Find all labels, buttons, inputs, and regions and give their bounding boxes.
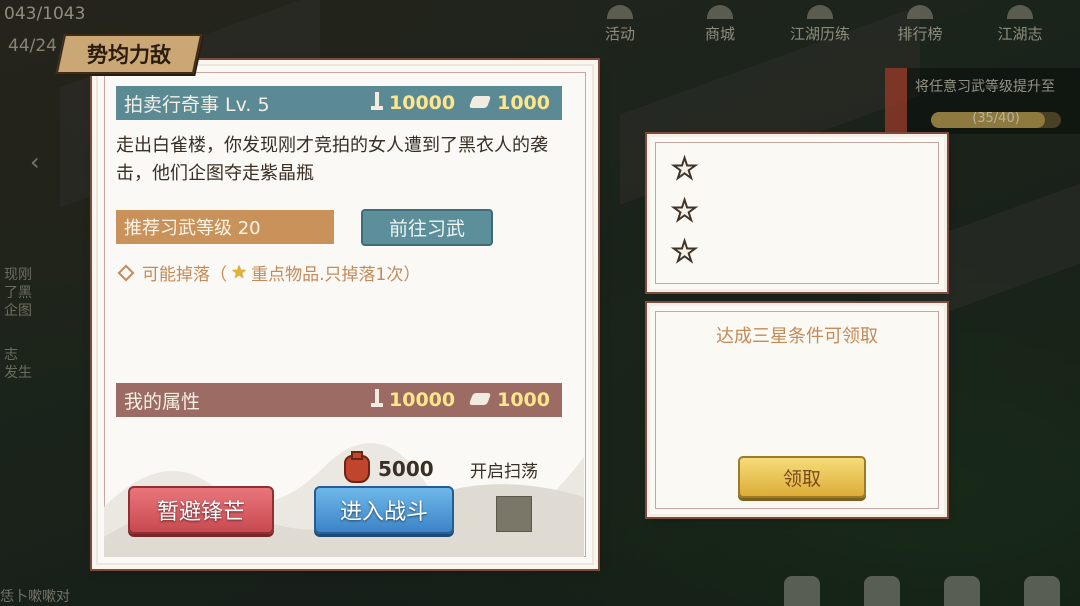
nav-label: 江湖志 bbox=[997, 25, 1043, 43]
stamina-pot-icon bbox=[344, 451, 370, 483]
nav-leaderboard[interactable]: 排行榜 bbox=[870, 0, 970, 44]
event-description: 走出白雀楼，你发现刚才竞拍的女人遭到了黑衣人的袭击，他们企图夺走紫晶瓶 bbox=[116, 135, 548, 184]
my-attack-value: 10000 bbox=[389, 389, 456, 411]
quest-progress-bar: (35/40) bbox=[931, 111, 1061, 128]
recommend-level-bar: 推荐习武等级 20 bbox=[116, 210, 334, 244]
bottom-menu-icon[interactable] bbox=[944, 576, 980, 606]
stamina-cost-value: 5000 bbox=[378, 457, 434, 481]
star-icon: ★ bbox=[231, 262, 248, 283]
nav-label: 活动 bbox=[604, 25, 635, 43]
side-story-text: 志 发生 bbox=[4, 346, 32, 382]
quest-tracker[interactable]: 将任意习武等级提升至 (35/40) bbox=[885, 68, 1080, 134]
side-line: 了黑 bbox=[4, 285, 32, 301]
encounter-title-tag: 势均力敌 bbox=[55, 34, 203, 74]
panel-border bbox=[655, 142, 939, 284]
drops-note: 重点物品.只掉落1次） bbox=[251, 265, 421, 285]
enter-battle-button[interactable]: 进入战斗 bbox=[314, 486, 454, 534]
nav-activity[interactable]: 活动 bbox=[570, 0, 670, 44]
nav-label: 商城 bbox=[704, 25, 735, 43]
bottom-menu-icon[interactable] bbox=[1024, 576, 1060, 606]
hp-readout: 043/1043 bbox=[4, 4, 86, 24]
scroll-icon bbox=[469, 390, 491, 410]
enemy-defense-value: 1000 bbox=[497, 92, 550, 114]
reward-hint: 达成三星条件可领取 bbox=[716, 326, 878, 347]
sweep-checkbox[interactable] bbox=[496, 496, 532, 532]
nav-chronicle[interactable]: 江湖志 bbox=[970, 0, 1070, 44]
sweep-label: 开启扫荡 bbox=[470, 462, 538, 482]
scroll-icon bbox=[469, 93, 491, 113]
quest-tag bbox=[885, 68, 907, 134]
top-nav: 活动 商城 江湖历练 排行榜 江湖志 bbox=[570, 0, 1070, 44]
my-stats: 10000 1000 bbox=[371, 383, 550, 417]
stamina-cost: 5000 bbox=[344, 451, 434, 483]
nav-label: 排行榜 bbox=[897, 25, 943, 43]
quest-progress-text: (35/40) bbox=[972, 111, 1020, 126]
nav-label: 江湖历练 bbox=[789, 25, 850, 43]
encounter-title: 势均力敌 bbox=[87, 42, 171, 67]
star-outline-icon: ★ bbox=[671, 235, 698, 268]
activity-icon bbox=[607, 5, 633, 19]
side-line: 现刚 bbox=[4, 267, 32, 283]
nav-training[interactable]: 江湖历练 bbox=[770, 0, 870, 44]
enemy-stats: 10000 1000 bbox=[371, 86, 550, 120]
star-outline-icon: ★ bbox=[671, 152, 698, 185]
diamond-icon bbox=[117, 264, 135, 281]
my-stats-bar: 我的属性 10000 1000 bbox=[116, 383, 562, 417]
nav-shop[interactable]: 商城 bbox=[670, 0, 770, 44]
star-conditions-panel: ★ ★ ★ bbox=[650, 137, 944, 289]
quest-text: 将任意习武等级提升至 bbox=[915, 79, 1055, 95]
side-line: 企图 bbox=[4, 303, 32, 319]
claim-button[interactable]: 领取 bbox=[738, 456, 866, 498]
my-stats-label: 我的属性 bbox=[124, 390, 201, 413]
mp-readout: 44/24 bbox=[8, 36, 57, 56]
bottom-menu-icon[interactable] bbox=[784, 576, 820, 606]
drops-label: 可能掉落（ bbox=[142, 265, 227, 285]
bottom-menu-icon[interactable] bbox=[864, 576, 900, 606]
event-name: 拍卖行奇事 Lv. 5 bbox=[124, 93, 270, 116]
possible-drops: 可能掉落（ ★ 重点物品.只掉落1次） bbox=[117, 260, 421, 285]
side-story-text: 现刚 了黑 企图 bbox=[4, 266, 32, 320]
sword-icon bbox=[371, 92, 383, 114]
retreat-button[interactable]: 暂避锋芒 bbox=[128, 486, 274, 534]
recommend-level: 推荐习武等级 20 bbox=[124, 218, 261, 239]
sword-icon bbox=[371, 389, 383, 411]
chronicle-icon bbox=[1007, 5, 1033, 19]
shop-icon bbox=[707, 5, 733, 19]
star-reward-panel: 达成三星条件可领取 领取 bbox=[650, 306, 944, 514]
goto-training-button[interactable]: 前往习武 bbox=[361, 209, 493, 246]
leaderboard-icon bbox=[907, 5, 933, 19]
side-line: 志 bbox=[4, 347, 18, 363]
side-line: 发生 bbox=[4, 365, 32, 381]
event-header-bar: 拍卖行奇事 Lv. 5 10000 1000 bbox=[116, 86, 562, 120]
training-icon bbox=[807, 5, 833, 19]
collapse-arrow-icon[interactable]: ‹ bbox=[30, 148, 52, 176]
my-defense-value: 1000 bbox=[497, 389, 550, 411]
enemy-attack-value: 10000 bbox=[389, 92, 456, 114]
bottom-menu bbox=[784, 576, 1060, 606]
chat-ghost: 恁卜嗽嗽对 bbox=[0, 589, 70, 605]
star-outline-icon: ★ bbox=[671, 194, 698, 227]
